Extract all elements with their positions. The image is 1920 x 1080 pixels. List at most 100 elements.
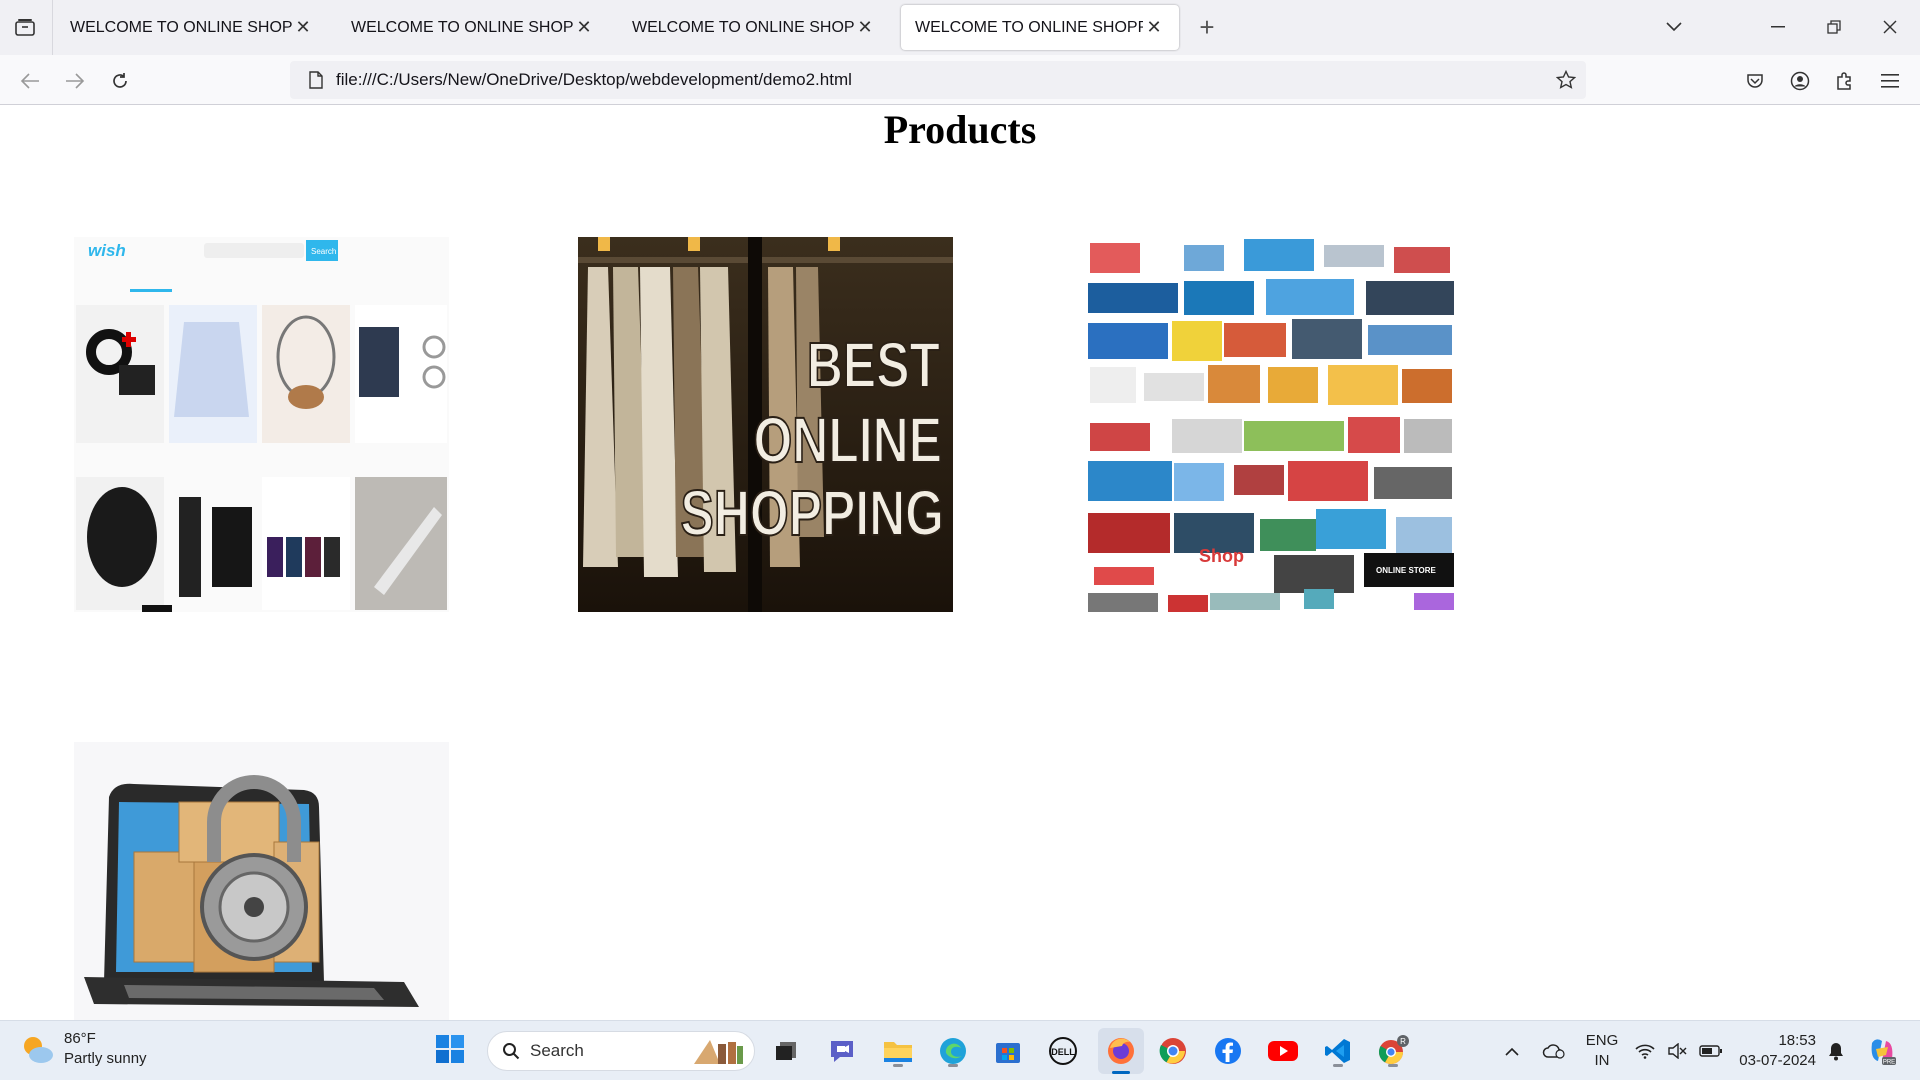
search-highlight-icon [694,1040,743,1064]
online-store-badge: ONLINE STORE [1376,566,1437,575]
chevron-down-icon [1666,22,1682,32]
start-button[interactable] [434,1033,470,1069]
task-view-button[interactable] [768,1033,804,1069]
chrome-profile-icon: R [1378,1035,1409,1065]
wifi-icon [1635,1044,1655,1059]
shop-badge: Shop [1199,546,1244,566]
reload-button[interactable] [103,64,137,98]
browser-tab-active[interactable]: WELCOME TO ONLINE SHOPPING ✕ [901,5,1179,50]
reload-icon [113,73,127,88]
back-button[interactable] [13,64,47,98]
account-button[interactable] [1783,64,1817,98]
input-language-indicator[interactable]: ENG IN [1580,1031,1624,1071]
partly-sunny-icon [24,1037,53,1063]
lang-code: ENG [1585,1032,1619,1049]
tab-list-button[interactable] [10,12,40,42]
tab-title: WELCOME TO ONLINE SHOPPING [632,18,854,36]
firefox-icon [1108,1038,1134,1064]
running-indicator [893,1064,903,1067]
chrome-profile-button[interactable]: R [1375,1033,1411,1069]
best-text: BEST [807,330,940,401]
page-heading: Products [883,107,1037,152]
tab-close-icon[interactable]: ✕ [1143,17,1165,39]
minimize-icon [1771,26,1785,28]
weather-widget[interactable]: 86°F Partly sunny [20,1029,147,1069]
firefox-button-active[interactable] [1098,1028,1144,1074]
show-hidden-icons-button[interactable] [1498,1031,1526,1071]
youtube-icon [1268,1041,1298,1061]
vscode-button[interactable] [1320,1033,1356,1069]
online-text: ONLINE [753,405,942,476]
taskbar-search-box[interactable]: Search [487,1031,755,1071]
edge-icon [940,1038,966,1064]
copilot-icon: PRE [1871,1039,1896,1066]
browser-tab[interactable]: WELCOME TO ONLINE SHOPPING ✕ [56,5,328,50]
weather-desc: Partly sunny [64,1050,147,1067]
microsoft-store-button[interactable] [990,1033,1026,1069]
product-image-best-online-shopping[interactable]: BEST ONLINE SHOPPING [578,237,953,612]
product-image-wish[interactable]: wish Search [74,237,449,612]
extensions-button[interactable] [1828,64,1862,98]
running-indicator [948,1064,958,1067]
youtube-button[interactable] [1265,1033,1301,1069]
tab-title: WELCOME TO ONLINE SHOPPING [70,18,292,36]
facebook-icon [1215,1038,1241,1064]
pocket-icon [1747,74,1763,88]
web-page: Products wish Search BEST ONLINE SHOPPIN… [0,106,1920,1020]
browser-tab[interactable]: WELCOME TO ONLINE SHOPPING ✕ [618,5,890,50]
shopping-text: SHOPPING [681,478,944,549]
dell-app-button[interactable]: DELL [1045,1033,1081,1069]
minimize-button[interactable] [1758,10,1798,44]
menu-button[interactable] [1873,64,1907,98]
battery-icon [1699,1045,1722,1057]
running-indicator [1333,1064,1343,1067]
navigation-toolbar: file:///C:/Users/New/OneDrive/Desktop/we… [0,55,1920,105]
chat-icon [831,1041,853,1062]
teams-chat-button[interactable] [824,1033,860,1069]
bookmark-star-icon[interactable] [1546,70,1586,90]
browser-tab[interactable]: WELCOME TO ONLINE SHOPPING ✕ [337,5,609,50]
back-arrow-icon [20,73,39,89]
search-label: Search [530,1041,584,1060]
onedrive-tray-button[interactable] [1538,1031,1570,1071]
product-image-online-store-collage[interactable]: Shop ONLINE STORE [1084,237,1459,612]
notifications-button[interactable] [1822,1031,1850,1071]
close-window-button[interactable] [1870,10,1910,44]
account-icon [1790,71,1810,91]
weather-temp: 86°F [64,1030,96,1047]
new-tab-button[interactable]: + [1192,12,1222,42]
svg-text:DELL: DELL [1051,1047,1075,1057]
folder-icon [884,1042,912,1062]
product-image-secure-shipping[interactable] [74,742,449,1020]
chrome-icon [1159,1038,1186,1064]
list-all-tabs-button[interactable] [1654,10,1694,44]
tab-close-icon[interactable]: ✕ [854,17,876,39]
edge-button[interactable] [935,1033,971,1069]
restore-button[interactable] [1814,10,1854,44]
forward-button[interactable] [58,64,92,98]
quick-settings-button[interactable] [1634,1031,1724,1071]
restore-icon [1827,20,1841,34]
pocket-button[interactable] [1738,64,1772,98]
store-icon [996,1043,1020,1063]
chrome-button[interactable] [1155,1033,1191,1069]
facebook-button[interactable] [1210,1033,1246,1069]
windows-logo-icon [436,1035,464,1063]
copilot-button[interactable]: PRE [1862,1031,1902,1071]
tab-close-icon[interactable]: ✕ [292,17,314,39]
file-explorer-button[interactable] [880,1033,916,1069]
forward-arrow-icon [66,73,85,89]
tab-list-icon [15,19,35,36]
tab-title: WELCOME TO ONLINE SHOPPING [915,18,1143,36]
svg-text:PRE: PRE [1883,1060,1895,1066]
wish-search-button-label: Search [311,247,336,256]
chevron-up-icon [1505,1047,1519,1056]
puzzle-icon [1837,72,1851,90]
url-text[interactable]: file:///C:/Users/New/OneDrive/Desktop/we… [336,70,1546,90]
bell-icon [1829,1043,1843,1061]
address-bar[interactable]: file:///C:/Users/New/OneDrive/Desktop/we… [290,61,1586,99]
close-icon [1883,20,1897,34]
clock[interactable]: 18:53 03-07-2024 [1726,1031,1816,1071]
tab-close-icon[interactable]: ✕ [573,17,595,39]
hamburger-menu-icon [1881,74,1899,88]
